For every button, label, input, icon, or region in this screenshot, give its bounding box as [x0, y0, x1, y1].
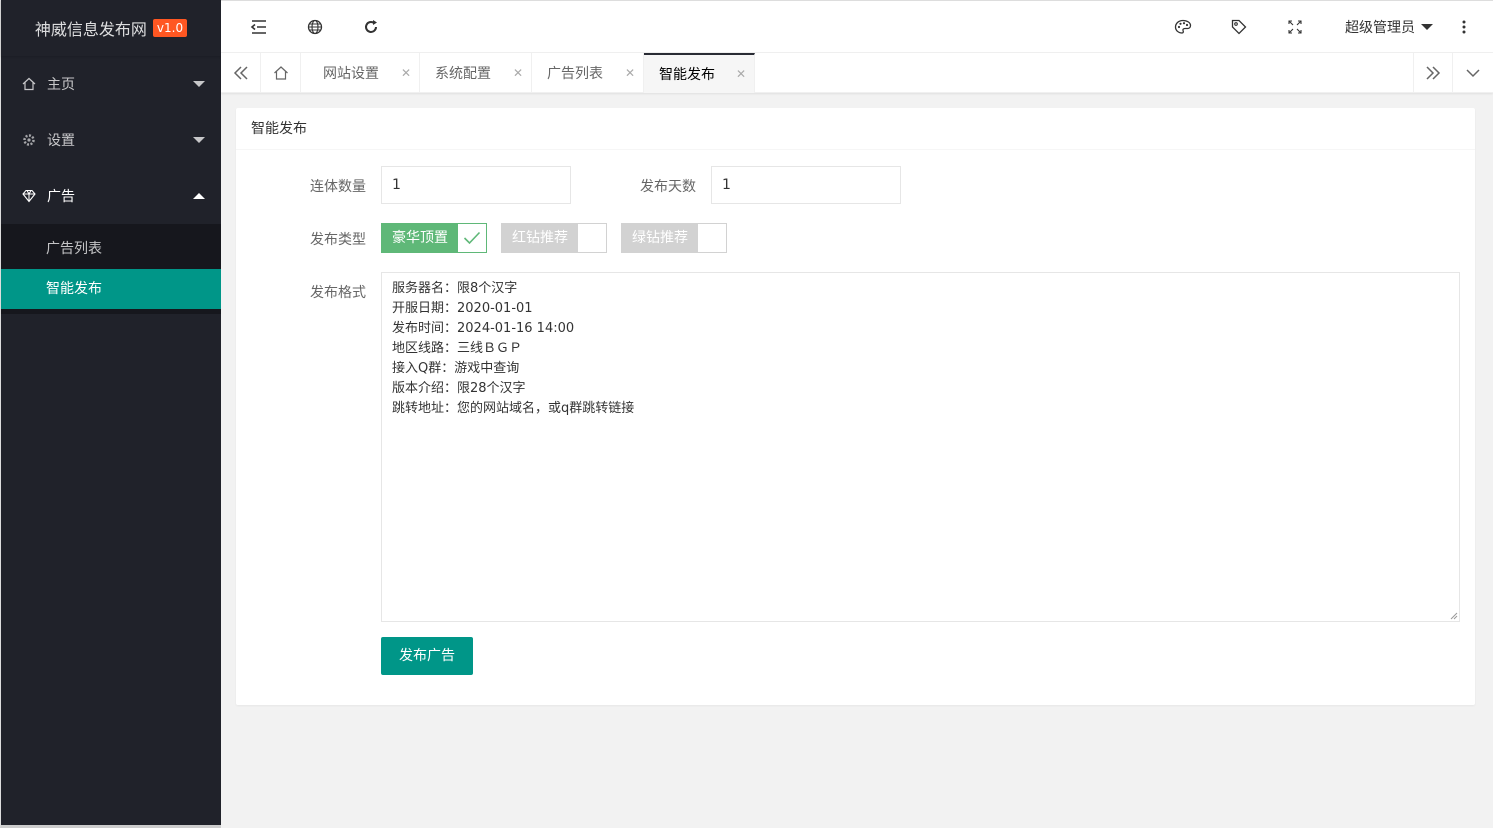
type-label: 发布类型 [310, 232, 366, 248]
tab-label: 系统配置 [435, 66, 491, 82]
format-textarea[interactable]: 服务器名：限8个汉字 开服日期：2020-01-01 发布时间：2024-01-… [381, 272, 1460, 622]
close-icon[interactable]: ✕ [625, 66, 635, 80]
tab-site-settings[interactable]: 网站设置 ✕ [308, 53, 420, 93]
count-label: 连体数量 [310, 179, 366, 195]
home-icon [21, 77, 37, 91]
user-menu[interactable]: 超级管理员 [1345, 1, 1433, 53]
tab-home-icon[interactable] [261, 53, 301, 93]
sidebar-item-home[interactable]: 主页 [1, 56, 221, 112]
close-icon[interactable]: ✕ [736, 67, 746, 81]
chevron-down-icon [193, 137, 205, 143]
days-label: 发布天数 [640, 179, 696, 195]
count-input[interactable]: 1 [381, 166, 571, 204]
menu-collapse-icon[interactable] [231, 1, 287, 53]
app-title: 神威信息发布网 [34, 20, 147, 39]
fullscreen-icon[interactable] [1267, 1, 1323, 53]
sidebar-item-label: 广告 [47, 189, 75, 205]
sidebar-item-label: 主页 [47, 77, 75, 93]
type-checkbox-luxury-top[interactable]: 豪华顶置 [381, 223, 487, 253]
chevron-up-icon [193, 193, 205, 199]
tabs-scroll-right-icon[interactable] [1413, 53, 1453, 93]
top-header: 超级管理员 [221, 0, 1493, 53]
resize-grip-icon[interactable] [1450, 612, 1458, 620]
checkbox-label: 豪华顶置 [382, 224, 458, 252]
app-logo[interactable]: 神威信息发布网 v1.0 [1, 0, 221, 56]
close-icon[interactable]: ✕ [513, 66, 523, 80]
tag-icon[interactable] [1211, 1, 1267, 53]
user-name: 超级管理员 [1345, 20, 1415, 36]
close-icon[interactable]: ✕ [401, 66, 411, 80]
checkbox-label: 绿钻推荐 [622, 224, 698, 252]
type-checkbox-green-diamond[interactable]: 绿钻推荐 [621, 223, 727, 253]
globe-icon[interactable] [287, 1, 343, 53]
sidebar-item-label: 设置 [47, 133, 75, 149]
sidebar-item-ads[interactable]: 广告 [1, 168, 221, 224]
tab-smart-publish[interactable]: 智能发布 ✕ [644, 53, 755, 93]
checkbox-label: 红钻推荐 [502, 224, 578, 252]
ads-submenu: 广告列表 智能发布 [1, 224, 221, 314]
publish-ad-button[interactable]: 发布广告 [381, 637, 473, 675]
sidebar: 神威信息发布网 v1.0 主页 设置 广告 广告列表 智能发布 [0, 0, 221, 828]
checkbox-box [698, 224, 726, 252]
more-vertical-icon[interactable] [1439, 1, 1489, 53]
tabs-dropdown-icon[interactable] [1453, 53, 1493, 93]
caret-down-icon [1421, 24, 1433, 30]
publish-card: 智能发布 连体数量 1 发布天数 1 发布类型 豪华顶置 红钻推荐 绿钻推荐 发… [236, 108, 1475, 705]
diamond-icon [21, 189, 37, 203]
check-icon [458, 224, 486, 252]
tab-label: 广告列表 [547, 66, 603, 82]
sidebar-subitem-ad-list[interactable]: 广告列表 [1, 229, 221, 269]
tab-label: 网站设置 [323, 66, 379, 82]
tab-label: 智能发布 [659, 67, 715, 83]
gear-icon [21, 133, 37, 147]
type-checkbox-red-diamond[interactable]: 红钻推荐 [501, 223, 607, 253]
version-badge: v1.0 [152, 19, 188, 37]
tab-system-config[interactable]: 系统配置 ✕ [420, 53, 532, 93]
card-title: 智能发布 [236, 108, 1475, 150]
sidebar-item-settings[interactable]: 设置 [1, 112, 221, 168]
days-input[interactable]: 1 [711, 166, 901, 204]
sidebar-subitem-smart-publish[interactable]: 智能发布 [1, 269, 221, 309]
tabs-bar: 网站设置 ✕ 系统配置 ✕ 广告列表 ✕ 智能发布 ✕ [221, 53, 1493, 93]
chevron-down-icon [193, 81, 205, 87]
checkbox-box [578, 224, 606, 252]
format-label: 发布格式 [310, 285, 366, 301]
refresh-icon[interactable] [343, 1, 399, 53]
tab-ad-list[interactable]: 广告列表 ✕ [532, 53, 644, 93]
palette-icon[interactable] [1155, 1, 1211, 53]
tabs-scroll-left-icon[interactable] [221, 53, 261, 93]
